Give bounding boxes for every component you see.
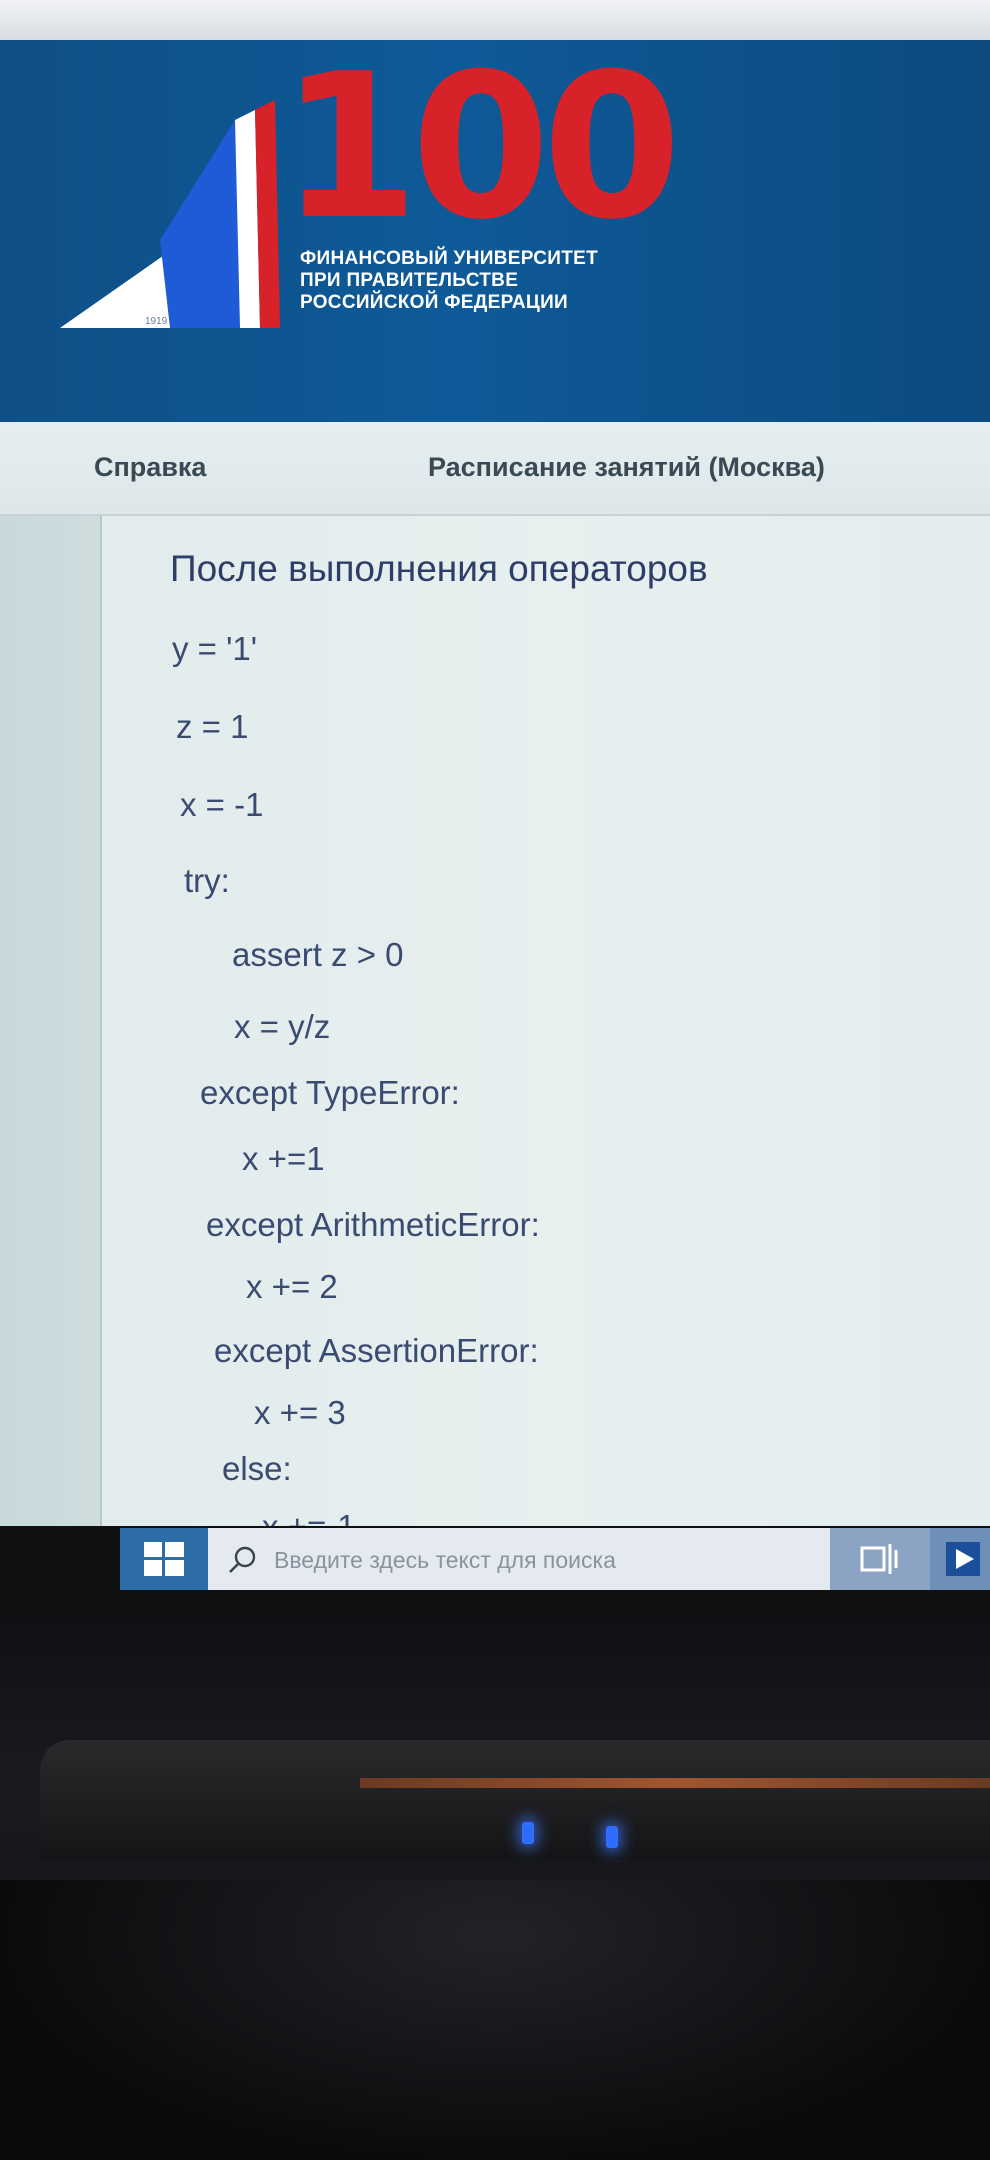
code-line: x += 2 xyxy=(246,1268,338,1305)
university-name-line-3: РОССИЙСКОЙ ФЕДЕРАЦИИ xyxy=(300,292,569,313)
task-view-button[interactable] xyxy=(830,1528,930,1590)
code-line: z = 1 xyxy=(176,708,249,745)
code-line: x = -1 xyxy=(180,786,264,823)
university-name: ФИНАНСОВЫЙ УНИВЕРСИТЕТ ПРИ ПРАВИТЕЛЬСТВЕ… xyxy=(300,248,598,314)
code-line: except TypeError: xyxy=(200,1074,460,1111)
university-flag-logo-icon: 1919 xyxy=(60,100,280,328)
laptop-keyboard xyxy=(0,1880,990,2160)
university-name-line-2: ПРИ ПРАВИТЕЛЬСТВЕ xyxy=(300,270,519,291)
status-led-icon xyxy=(522,1822,534,1844)
university-name-line-1: ФИНАНСОВЫЙ УНИВЕРСИТЕТ xyxy=(300,248,598,269)
start-button[interactable] xyxy=(120,1528,208,1590)
task-view-icon xyxy=(860,1544,898,1574)
status-led-icon xyxy=(606,1826,618,1848)
code-line: try: xyxy=(184,862,230,899)
code-line: x += 3 xyxy=(254,1394,346,1431)
menu-help-link[interactable]: Справка xyxy=(94,452,206,483)
media-app-icon xyxy=(946,1542,980,1576)
code-line: y = '1' xyxy=(172,630,258,667)
menu-schedule-link[interactable]: Расписание занятий (Москва) xyxy=(428,452,825,483)
question-title: После выполнения операторов xyxy=(170,548,708,589)
laptop-hinge xyxy=(40,1740,990,1860)
code-line: except ArithmeticError: xyxy=(206,1206,540,1243)
top-menu-bar: Справка Расписание занятий (Москва) xyxy=(0,422,990,516)
pinned-app-button[interactable] xyxy=(930,1528,990,1590)
search-icon xyxy=(229,1546,256,1573)
code-line: except AssertionError: xyxy=(214,1332,539,1369)
laptop-screen: 1919 100 ФИНАНСОВЫЙ УНИВЕРСИТЕТ ПРИ ПРАВ… xyxy=(0,0,990,1620)
code-line: else: xyxy=(222,1450,292,1487)
code-line: x +=1 xyxy=(242,1140,325,1177)
windows-start-icon xyxy=(144,1542,184,1576)
logo-year: 1919 xyxy=(145,316,168,327)
logo-centennial-number: 100 xyxy=(280,31,681,264)
code-line: x = y/z xyxy=(234,1008,331,1045)
code-line: assert z > 0 xyxy=(232,936,404,973)
laptop-trim xyxy=(360,1778,990,1788)
taskbar-search-input[interactable] xyxy=(272,1542,816,1578)
